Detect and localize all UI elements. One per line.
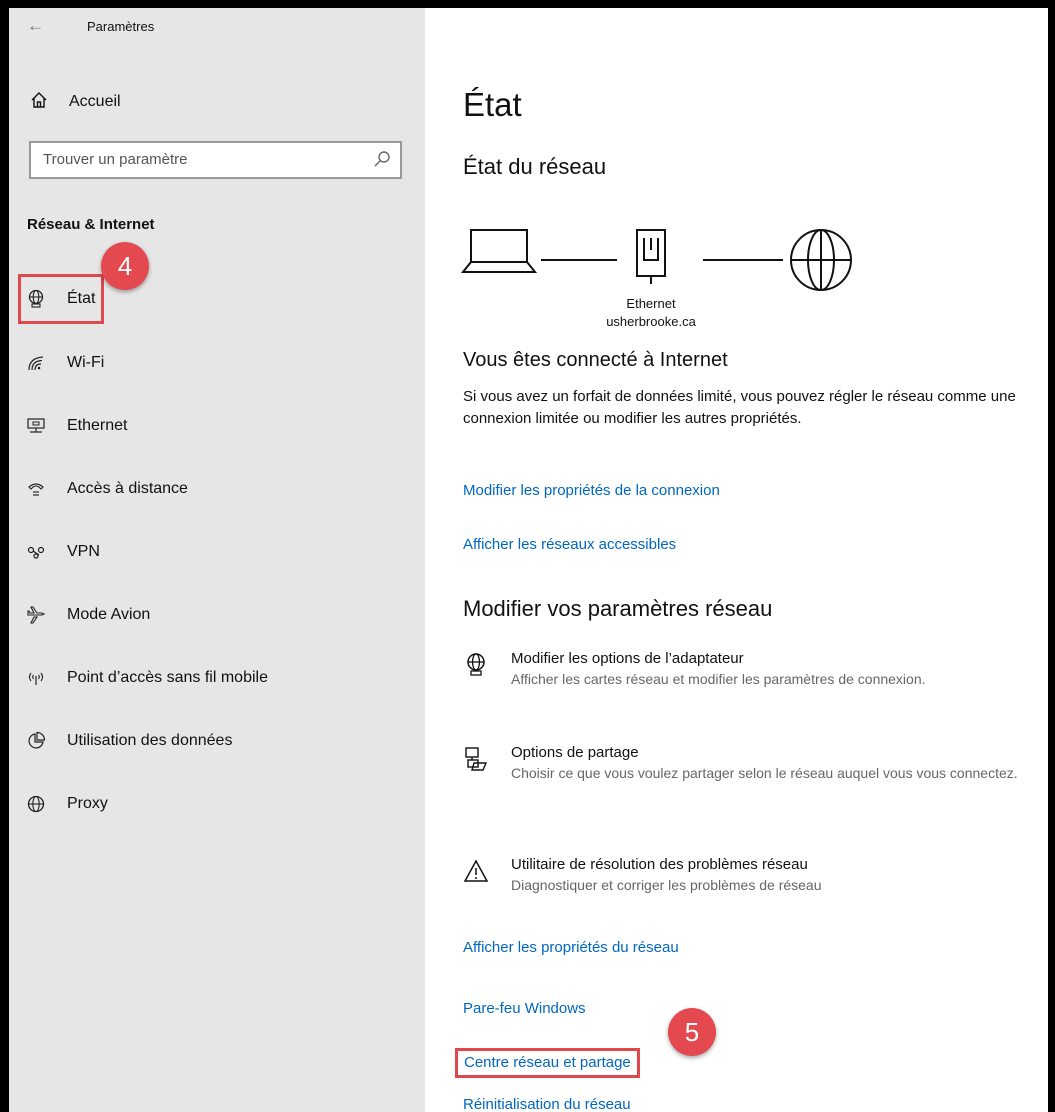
page-title: État (463, 86, 522, 123)
globe-monitor-icon (25, 288, 47, 310)
home-icon (29, 91, 49, 114)
connection-status-text: Si vous avez un forfait de données limit… (463, 388, 1016, 427)
nav-item-acces-distance[interactable]: Accès à distance (25, 471, 188, 507)
network-diagram: Ethernet usherbrooke.ca (460, 218, 861, 329)
home-link[interactable]: Accueil (29, 88, 121, 116)
search-box[interactable] (29, 141, 402, 179)
nav-label-utilisation-donnees: Utilisation des données (67, 732, 233, 749)
nav-item-mode-avion[interactable]: Mode Avion (25, 597, 150, 633)
modify-connection-link[interactable]: Modifier les propriétés de la connexion (463, 482, 720, 499)
troubleshooter-option[interactable]: Utilitaire de résolution des problèmes r… (463, 854, 1031, 896)
nav-item-ethernet[interactable]: Ethernet (25, 408, 127, 444)
search-input[interactable] (41, 150, 365, 169)
nav-label-vpn: VPN (67, 543, 100, 560)
adapter-icon (463, 652, 489, 678)
sidebar: ← Paramètres Accueil Réseau & Internet É… (9, 8, 425, 1112)
step-5-badge: 5 (668, 1008, 716, 1056)
section-title: Réseau & Internet (27, 216, 155, 233)
search-icon[interactable] (372, 149, 392, 169)
vpn-icon (25, 541, 47, 563)
airplane-icon (25, 604, 47, 626)
sharing-icon (463, 746, 489, 772)
internet-globe-icon (790, 229, 852, 291)
ethernet-icon (25, 415, 47, 437)
sharing-options[interactable]: Options de partage Choisir ce que vous v… (463, 742, 1031, 784)
sharing-options-title: Options de partage (511, 744, 639, 761)
show-networks-link[interactable]: Afficher les réseaux accessibles (463, 536, 676, 553)
data-usage-icon (25, 730, 47, 752)
troubleshooter-desc: Diagnostiquer et corriger les problèmes … (511, 877, 822, 893)
sharing-options-desc: Choisir ce que vous voulez partager selo… (511, 765, 1018, 781)
warning-icon (463, 858, 489, 884)
connection-name: Ethernet (626, 296, 676, 311)
adapter-options[interactable]: Modifier les options de l’adaptateur Aff… (463, 648, 1031, 690)
network-diagram-svg (460, 229, 852, 291)
globe-icon (25, 793, 47, 815)
nav-item-etat[interactable]: État (18, 274, 105, 324)
troubleshooter-title: Utilitaire de résolution des problèmes r… (511, 856, 808, 873)
wifi-icon (25, 352, 47, 374)
nav-label-etat: État (67, 290, 96, 307)
nav-item-utilisation-donnees[interactable]: Utilisation des données (25, 723, 232, 759)
nav-label-mode-avion: Mode Avion (67, 606, 151, 623)
nav-label-proxy: Proxy (67, 795, 108, 812)
dialup-icon (25, 478, 47, 500)
main-content: État État du réseau Ethernet usherbrooke… (425, 8, 1048, 1112)
title-bar: ← Paramètres (9, 8, 425, 48)
window-title: Paramètres (87, 19, 155, 34)
connection-domain: usherbrooke.ca (606, 314, 696, 329)
nav-item-vpn[interactable]: VPN (25, 534, 100, 570)
nav-label-hotspot: Point d’accès sans fil mobile (67, 669, 268, 686)
home-label: Accueil (69, 93, 121, 110)
windows-firewall-link[interactable]: Pare-feu Windows (463, 1000, 586, 1017)
step-4-badge: 4 (101, 242, 149, 290)
settings-window: ← Paramètres Accueil Réseau & Internet É… (9, 8, 1048, 1112)
nav-label-acces-distance: Accès à distance (67, 480, 188, 497)
laptop-icon (460, 229, 538, 273)
network-center-link[interactable]: Centre réseau et partage (455, 1048, 640, 1078)
nav-label-wifi: Wi-Fi (67, 354, 105, 371)
connection-status: Vous êtes connecté à Internet (463, 349, 728, 371)
nav-item-hotspot[interactable]: Point d’accès sans fil mobile (25, 660, 268, 696)
network-status-title: État du réseau (463, 154, 607, 179)
ethernet-plug-icon (636, 229, 666, 284)
network-properties-link[interactable]: Afficher les propriétés du réseau (463, 939, 679, 956)
network-settings-title: Modifier vos paramètres réseau (463, 596, 773, 621)
back-arrow-icon[interactable]: ← (27, 16, 44, 36)
hotspot-icon (25, 667, 47, 689)
adapter-options-title: Modifier les options de l’adaptateur (511, 650, 744, 667)
network-reset-link[interactable]: Réinitialisation du réseau (463, 1096, 631, 1112)
nav-item-proxy[interactable]: Proxy (25, 786, 108, 822)
nav-item-wifi[interactable]: Wi-Fi (25, 345, 104, 381)
nav-label-ethernet: Ethernet (67, 417, 128, 434)
adapter-options-desc: Afficher les cartes réseau et modifier l… (511, 671, 926, 687)
